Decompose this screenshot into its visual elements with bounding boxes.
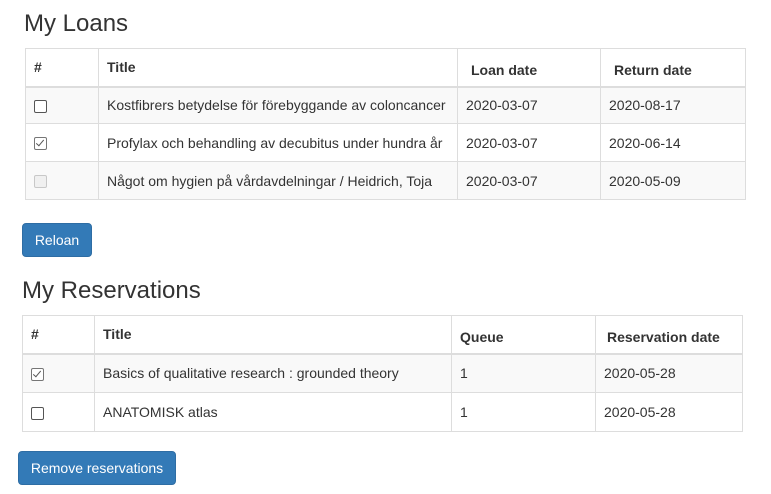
row-checkbox[interactable] [31, 368, 44, 382]
reservations-heading: My Reservations [22, 277, 201, 304]
reservation-date: 2020-05-28 [595, 392, 743, 432]
col-reservation-date: Reservation date [595, 315, 743, 355]
remove-reservations-button[interactable]: Remove reservations [18, 451, 176, 485]
reservation-date: 2020-05-28 [595, 353, 743, 393]
reservation-title: Basics of qualitative research : grounde… [94, 353, 452, 393]
col-loan-date: Loan date [457, 48, 601, 88]
row-checkbox[interactable] [31, 406, 44, 420]
table-row: Profylax och behandling av decubitus und… [25, 123, 746, 162]
return-date: 2020-05-09 [600, 161, 746, 200]
row-checkbox[interactable] [34, 137, 47, 151]
col-return-date: Return date [600, 48, 746, 88]
col-title: Title [98, 48, 458, 88]
row-select-cell [22, 392, 95, 432]
table-row: ANATOMISK atlas 1 2020-05-28 [22, 392, 743, 432]
queue-position: 1 [451, 353, 596, 393]
loan-title: Profylax och behandling av decubitus und… [98, 123, 458, 162]
row-checkbox[interactable] [34, 100, 47, 114]
col-title: Title [94, 315, 452, 355]
loan-title: Kostfibrers betydelse för förebyggande a… [98, 86, 458, 124]
row-select-cell [25, 161, 99, 200]
table-row: Basics of qualitative research : grounde… [22, 353, 743, 393]
table-row: Något om hygien på vårdavdelningar / Hei… [25, 161, 746, 200]
loan-date: 2020-03-07 [457, 123, 601, 162]
col-number: # [22, 315, 95, 355]
loan-title: Något om hygien på vårdavdelningar / Hei… [98, 161, 458, 200]
row-select-cell [25, 86, 99, 124]
row-select-cell [25, 123, 99, 162]
row-checkbox [34, 175, 47, 189]
return-date: 2020-08-17 [600, 86, 746, 124]
table-row: Kostfibrers betydelse för förebyggande a… [25, 86, 746, 124]
queue-position: 1 [451, 392, 596, 432]
loan-date: 2020-03-07 [457, 86, 601, 124]
reloan-button[interactable]: Reloan [22, 223, 92, 257]
return-date: 2020-06-14 [600, 123, 746, 162]
reservation-title: ANATOMISK atlas [94, 392, 452, 432]
col-number: # [25, 48, 99, 88]
reservations-table: # Title Queue Reservation date Basics of… [22, 315, 743, 432]
col-queue: Queue [451, 315, 596, 355]
loans-heading: My Loans [24, 10, 129, 37]
row-select-cell [22, 353, 95, 393]
loan-date: 2020-03-07 [457, 161, 601, 200]
loans-table: # Title Loan date Return date Kostfibrer… [25, 48, 746, 200]
